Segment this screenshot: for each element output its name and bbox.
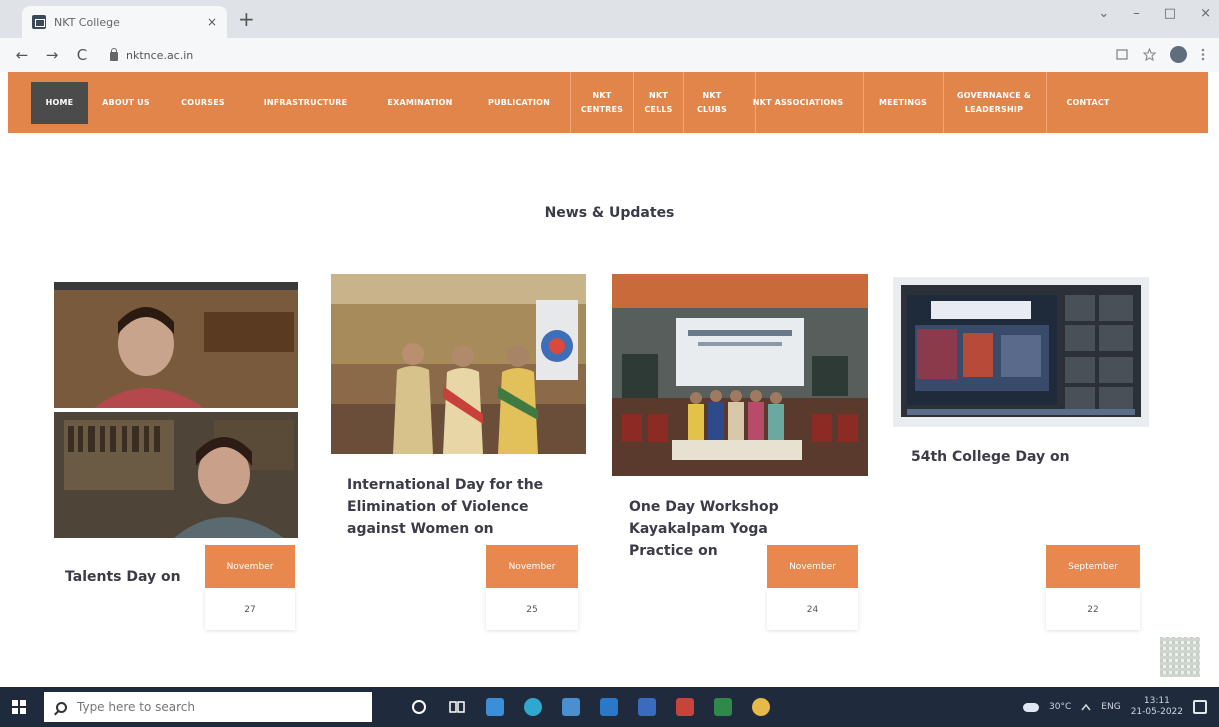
news-card-month-badge: September — [1046, 545, 1140, 588]
screen: NKT College × + ⌄ – □ × ← → C nktnce.ac.… — [0, 0, 1219, 727]
tab-search-icon[interactable]: ⌄ — [1098, 6, 1109, 21]
news-image-college-day[interactable] — [893, 277, 1149, 427]
windows-start-icon[interactable] — [12, 700, 26, 714]
clock-time: 13:11 — [1143, 696, 1170, 706]
qr-code-widget[interactable] — [1160, 637, 1200, 677]
nav-divider — [633, 72, 634, 133]
menu-dots-icon[interactable] — [1201, 48, 1205, 61]
edge-browser-icon[interactable] — [524, 698, 542, 716]
online-meeting-screenshot — [893, 277, 1149, 427]
taskbar-pinned-apps — [410, 698, 770, 716]
nav-item-contact[interactable]: CONTACT — [1053, 72, 1123, 133]
nav-divider — [570, 72, 571, 133]
excel-app-icon[interactable] — [714, 698, 732, 716]
workshop-photo — [612, 274, 868, 476]
nav-divider — [943, 72, 944, 133]
powerpoint-app-icon[interactable] — [676, 698, 694, 716]
share-icon[interactable] — [1116, 48, 1129, 61]
weather-cloud-icon[interactable] — [1023, 702, 1040, 712]
nav-item-nkt-centres[interactable]: NKT CENTRES — [572, 72, 632, 133]
nav-divider — [683, 72, 684, 133]
forward-button[interactable]: → — [44, 46, 60, 64]
news-image-international-day[interactable] — [331, 274, 586, 454]
address-bar[interactable]: nktnce.ac.in — [110, 47, 194, 62]
nav-item-infrastructure[interactable]: INFRASTRUCTURE — [248, 72, 363, 133]
news-image-talents-day[interactable] — [54, 282, 298, 538]
nav-item-nkt-clubs[interactable]: NKT CLUBS — [688, 72, 736, 133]
news-card-day: 25 — [486, 590, 578, 630]
language-indicator[interactable]: ENG — [1101, 702, 1120, 712]
task-view-icon[interactable] — [448, 698, 466, 716]
news-card-day: 27 — [205, 590, 295, 630]
window-controls: ⌄ – □ × — [1098, 6, 1211, 21]
windows-taskbar: 30°C ENG 13:11 21-05-2022 — [0, 687, 1219, 727]
news-card-day: 22 — [1046, 590, 1140, 630]
store-icon[interactable] — [600, 698, 618, 716]
word-app-icon[interactable] — [638, 698, 656, 716]
site-favicon-icon — [32, 15, 46, 29]
group-photo — [331, 274, 586, 454]
nav-item-governance-leadership[interactable]: GOVERNANCE & LEADERSHIP — [946, 72, 1042, 133]
mail-icon[interactable] — [486, 698, 504, 716]
close-window-button[interactable]: × — [1200, 6, 1211, 21]
news-card-title-international-day[interactable]: International Day for the Elimination of… — [347, 474, 567, 540]
news-section-heading: News & Updates — [544, 205, 675, 221]
nav-divider — [863, 72, 864, 133]
browser-toolbar: ← → C nktnce.ac.in — [0, 38, 1219, 72]
nav-divider — [1046, 72, 1047, 133]
bookmark-star-icon[interactable] — [1143, 48, 1156, 61]
nav-item-examination[interactable]: EXAMINATION — [371, 72, 469, 133]
nav-item-home[interactable]: HOME — [31, 82, 88, 124]
lock-icon — [110, 47, 118, 61]
taskbar-search-input[interactable] — [77, 700, 337, 714]
nav-item-about-us[interactable]: ABOUT US — [92, 72, 160, 133]
video-call-photo — [54, 282, 298, 538]
maximize-button[interactable]: □ — [1164, 6, 1176, 21]
chrome-icon[interactable] — [752, 698, 770, 716]
system-clock[interactable]: 13:11 21-05-2022 — [1131, 696, 1183, 718]
system-tray: 30°C ENG 13:11 21-05-2022 — [1023, 687, 1207, 727]
toolbar-right — [1116, 46, 1205, 63]
chevron-up-icon[interactable] — [1081, 703, 1091, 711]
minimize-button[interactable]: – — [1133, 6, 1140, 21]
nav-item-courses[interactable]: COURSES — [168, 72, 238, 133]
browser-tabstrip: NKT College × + ⌄ – □ × — [0, 0, 1219, 38]
file-explorer-icon[interactable] — [562, 698, 580, 716]
url-text: nktnce.ac.in — [126, 48, 194, 62]
weather-temperature[interactable]: 30°C — [1049, 702, 1071, 712]
tab-title: NKT College — [54, 15, 120, 29]
back-button[interactable]: ← — [14, 46, 30, 64]
nav-item-nkt-cells[interactable]: NKT CELLS — [636, 72, 681, 133]
clock-date: 21-05-2022 — [1130, 707, 1183, 717]
cortana-icon[interactable] — [410, 698, 428, 716]
main-navigation: HOME ABOUT US COURSES INFRASTRUCTURE EXA… — [8, 72, 1208, 133]
news-card-month-badge: November — [205, 545, 295, 588]
new-tab-button[interactable]: + — [238, 7, 255, 31]
news-card-title-college-day[interactable]: 54th College Day on — [911, 446, 1111, 468]
nav-item-nkt-associations[interactable]: NKT ASSOCIATIONS — [738, 72, 858, 133]
news-image-yoga-workshop[interactable] — [612, 274, 868, 476]
tab-close-icon[interactable]: × — [207, 15, 217, 29]
news-card-month-badge: November — [767, 545, 858, 588]
profile-avatar[interactable] — [1170, 46, 1187, 63]
browser-tab[interactable]: NKT College × — [22, 6, 227, 38]
news-card-month-badge: November — [486, 545, 578, 588]
reload-button[interactable]: C — [74, 46, 90, 64]
taskbar-search-box[interactable] — [44, 692, 372, 722]
news-card-day: 24 — [767, 590, 858, 630]
notification-center-icon[interactable] — [1193, 700, 1207, 714]
nav-item-publication[interactable]: PUBLICATION — [472, 72, 566, 133]
news-card-title-talents-day[interactable]: Talents Day on — [65, 566, 205, 588]
search-icon — [56, 701, 67, 713]
nav-item-meetings[interactable]: MEETINGS — [868, 72, 938, 133]
